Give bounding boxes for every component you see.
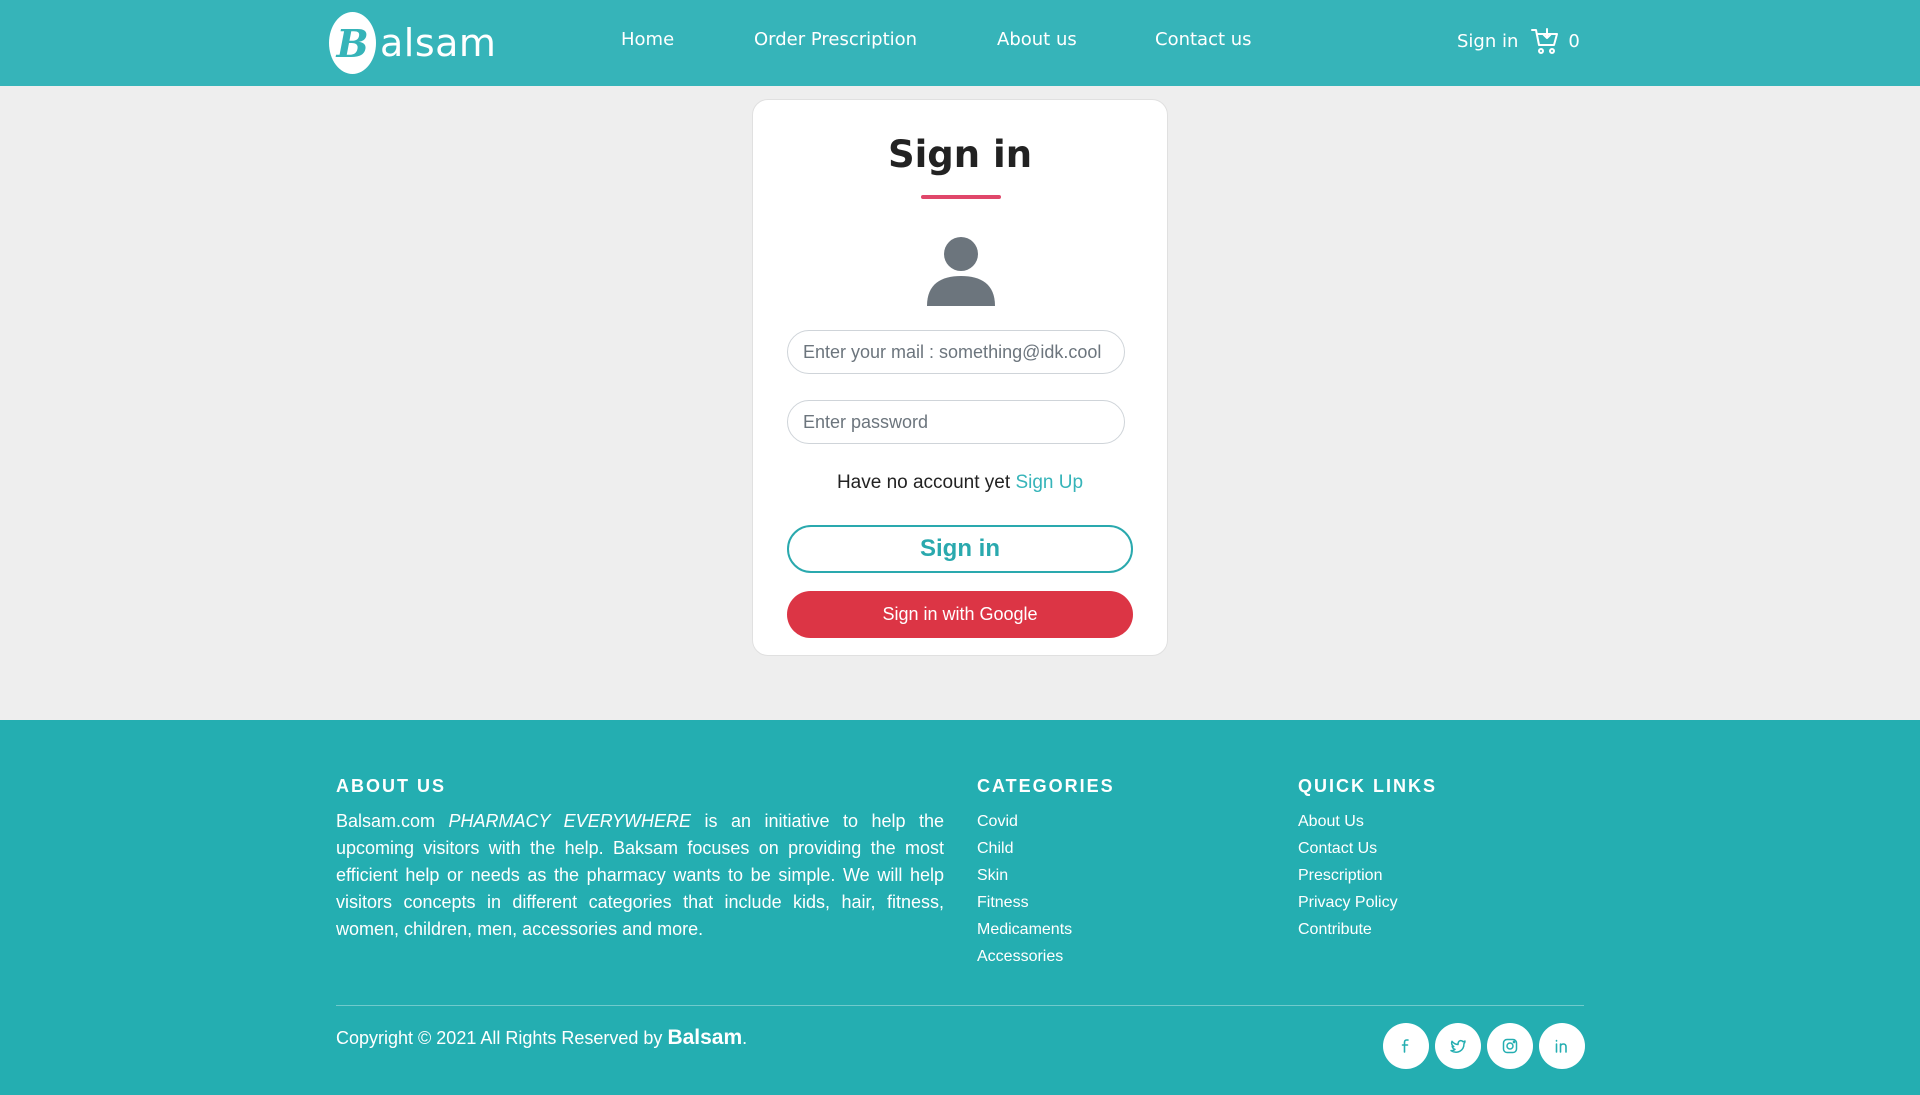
list-item: Accessories xyxy=(977,943,1072,970)
list-item: Contribute xyxy=(1298,916,1398,943)
copyright-suffix: . xyxy=(742,1028,748,1048)
list-item: About Us xyxy=(1298,808,1398,835)
no-account-prompt: Have no account yet Sign Up xyxy=(753,472,1167,494)
quick-link-privacy-policy[interactable]: Privacy Policy xyxy=(1298,894,1398,911)
navbar: B alsam Home Order Prescription About us… xyxy=(0,0,1920,86)
nav-contact-us[interactable]: Contact us xyxy=(1155,29,1252,50)
quick-links-list: About Us Contact Us Prescription Privacy… xyxy=(1298,808,1398,943)
instagram-link[interactable] xyxy=(1487,1023,1533,1069)
page-title: Sign in xyxy=(887,133,1033,176)
email-input[interactable] xyxy=(787,330,1125,374)
logo[interactable]: B alsam xyxy=(329,11,496,75)
twitter-icon xyxy=(1450,1039,1466,1053)
nav-sign-in[interactable]: Sign in xyxy=(1457,31,1518,52)
quick-link-contribute[interactable]: Contribute xyxy=(1298,921,1372,938)
category-skin[interactable]: Skin xyxy=(977,867,1008,884)
category-child[interactable]: Child xyxy=(977,840,1013,857)
password-input[interactable] xyxy=(787,400,1125,444)
quick-link-about-us[interactable]: About Us xyxy=(1298,813,1364,830)
quick-link-prescription[interactable]: Prescription xyxy=(1298,867,1382,884)
category-accessories[interactable]: Accessories xyxy=(977,948,1063,965)
list-item: Fitness xyxy=(977,889,1072,916)
footer-divider xyxy=(336,1005,1584,1006)
user-icon xyxy=(927,237,995,306)
linkedin-icon xyxy=(1555,1039,1567,1053)
sign-up-link[interactable]: Sign Up xyxy=(1015,472,1083,493)
copyright-brand: Balsam xyxy=(667,1026,743,1049)
categories-list: Covid Child Skin Fitness Medicaments Acc… xyxy=(977,808,1072,970)
nav-order-prescription[interactable]: Order Prescription xyxy=(754,29,917,50)
list-item: Medicaments xyxy=(977,916,1072,943)
list-item: Contact Us xyxy=(1298,835,1398,862)
logo-text: alsam xyxy=(380,21,497,65)
facebook-icon xyxy=(1401,1039,1409,1053)
facebook-link[interactable] xyxy=(1383,1023,1429,1069)
category-medicaments[interactable]: Medicaments xyxy=(977,921,1072,938)
list-item: Child xyxy=(977,835,1072,862)
logo-mark: B xyxy=(329,12,376,74)
sign-in-button[interactable]: Sign in xyxy=(787,525,1133,573)
google-sign-in-button[interactable]: Sign in with Google xyxy=(787,591,1133,638)
copyright-text: Copyright © 2021 All Rights Reserved by xyxy=(336,1028,663,1048)
list-item: Skin xyxy=(977,862,1072,889)
nav-about-us[interactable]: About us xyxy=(997,29,1077,50)
cart-count: 0 xyxy=(1568,30,1580,52)
list-item: Prescription xyxy=(1298,862,1398,889)
about-brand: Balsam.com xyxy=(336,811,436,831)
categories-heading: CATEGORIES xyxy=(977,776,1115,796)
quick-link-contact-us[interactable]: Contact Us xyxy=(1298,840,1377,857)
shopping-cart-icon[interactable] xyxy=(1530,26,1560,56)
nav-account-area: Sign in 0 xyxy=(1457,26,1580,56)
list-item: Privacy Policy xyxy=(1298,889,1398,916)
category-covid[interactable]: Covid xyxy=(977,813,1018,830)
list-item: Covid xyxy=(977,808,1072,835)
no-account-text: Have no account yet xyxy=(836,472,1011,493)
about-text: Balsam.com PHARMACY EVERYWHERE is an ini… xyxy=(336,808,944,943)
quick-links-heading: QUICK LINKS xyxy=(1298,776,1437,796)
twitter-link[interactable] xyxy=(1435,1023,1481,1069)
category-fitness[interactable]: Fitness xyxy=(977,894,1029,911)
title-underline xyxy=(921,195,1001,199)
about-heading: ABOUT US xyxy=(336,776,446,796)
instagram-icon xyxy=(1502,1038,1518,1054)
linkedin-link[interactable] xyxy=(1539,1023,1585,1069)
footer: ABOUT US Balsam.com PHARMACY EVERYWHERE … xyxy=(0,720,1920,1095)
nav-home[interactable]: Home xyxy=(621,29,674,50)
about-tagline: PHARMACY EVERYWHERE xyxy=(448,811,692,831)
signin-card: Sign in Have no account yet Sign Up Sign… xyxy=(752,99,1168,656)
copyright: Copyright © 2021 All Rights Reserved by … xyxy=(336,1026,747,1050)
